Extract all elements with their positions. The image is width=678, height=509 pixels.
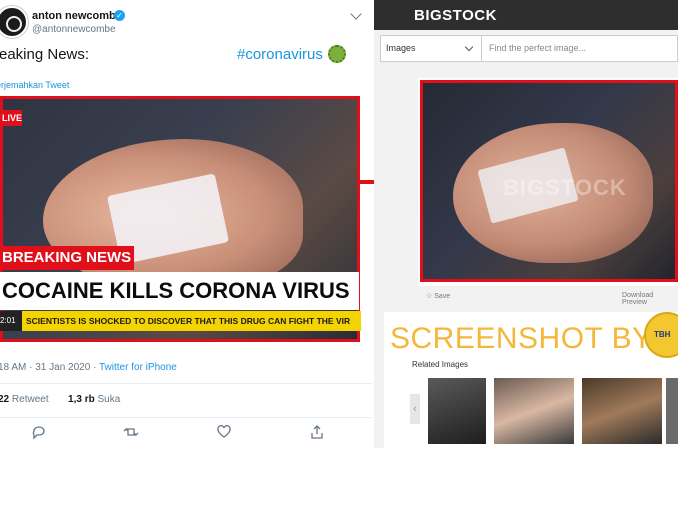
save-button[interactable]: ☆ Save [426, 292, 450, 300]
author-handle[interactable]: @antonnewcombe [32, 24, 116, 35]
related-images-label: Related Images [412, 360, 469, 369]
screenshot-watermark: SCREENSHOT BY [390, 322, 653, 355]
related-thumbnail[interactable] [666, 378, 678, 444]
seal-text: TBH [654, 330, 671, 339]
bigstock-logo[interactable]: BIGSTOCK [414, 7, 497, 24]
divider [0, 383, 372, 384]
translate-tweet-link[interactable]: erjemahkan Tweet [0, 80, 69, 90]
tweet-stats: 22 Retweet 1,3 rb Suka [0, 394, 120, 405]
tweet-source-link[interactable]: Twitter for iPhone [99, 362, 177, 373]
verified-icon: ✓ [114, 10, 125, 21]
virus-emoji-icon [328, 45, 346, 63]
news-headline: COCAINE KILLS CORONA VIRUS [0, 272, 359, 310]
hashtag-link[interactable]: #coronavirus [237, 46, 323, 63]
stock-image[interactable]: BIGSTOCK [420, 80, 678, 282]
tweet-meta: 18 AM · 31 Jan 2020 · Twitter for iPhone [0, 362, 177, 373]
retweet-count[interactable]: 22 [0, 394, 9, 405]
related-thumbnail[interactable] [428, 378, 486, 444]
chevron-down-icon[interactable] [350, 8, 362, 20]
share-icon[interactable] [309, 424, 325, 440]
news-time: 2:01 [0, 311, 22, 331]
heart-icon[interactable] [216, 424, 232, 440]
like-label[interactable]: Suka [98, 394, 121, 405]
bigstock-panel: BIGSTOCK Images Find the perfect image..… [374, 0, 678, 448]
author-name[interactable]: anton newcombe [32, 10, 122, 22]
divider [0, 417, 372, 418]
news-ticker: SCIENTISTS IS SHOCKED TO DISCOVER THAT T… [22, 311, 361, 331]
tweet-text: reaking News: [0, 46, 90, 63]
watermark: BIGSTOCK [503, 175, 627, 200]
tweet-panel: anton newcombe ✓ @antonnewcombe reaking … [0, 0, 372, 448]
reply-icon[interactable] [31, 424, 47, 440]
avatar[interactable] [0, 6, 28, 38]
live-badge: LIVE [0, 110, 22, 126]
related-thumbnail[interactable] [494, 378, 574, 444]
carousel-prev-button[interactable]: ‹ [410, 394, 420, 424]
retweet-icon[interactable] [123, 424, 139, 440]
related-thumbnail[interactable] [582, 378, 662, 444]
retweet-label[interactable]: Retweet [12, 394, 49, 405]
search-input[interactable]: Find the perfect image... [489, 35, 586, 62]
like-count[interactable]: 1,3 rb [68, 394, 95, 405]
save-label: Save [434, 293, 451, 300]
tweet-timestamp: 18 AM · 31 Jan 2020 · [0, 362, 99, 373]
breaking-news-banner: BREAKING NEWS [0, 246, 134, 270]
download-preview-link[interactable]: Download Preview [622, 292, 678, 306]
